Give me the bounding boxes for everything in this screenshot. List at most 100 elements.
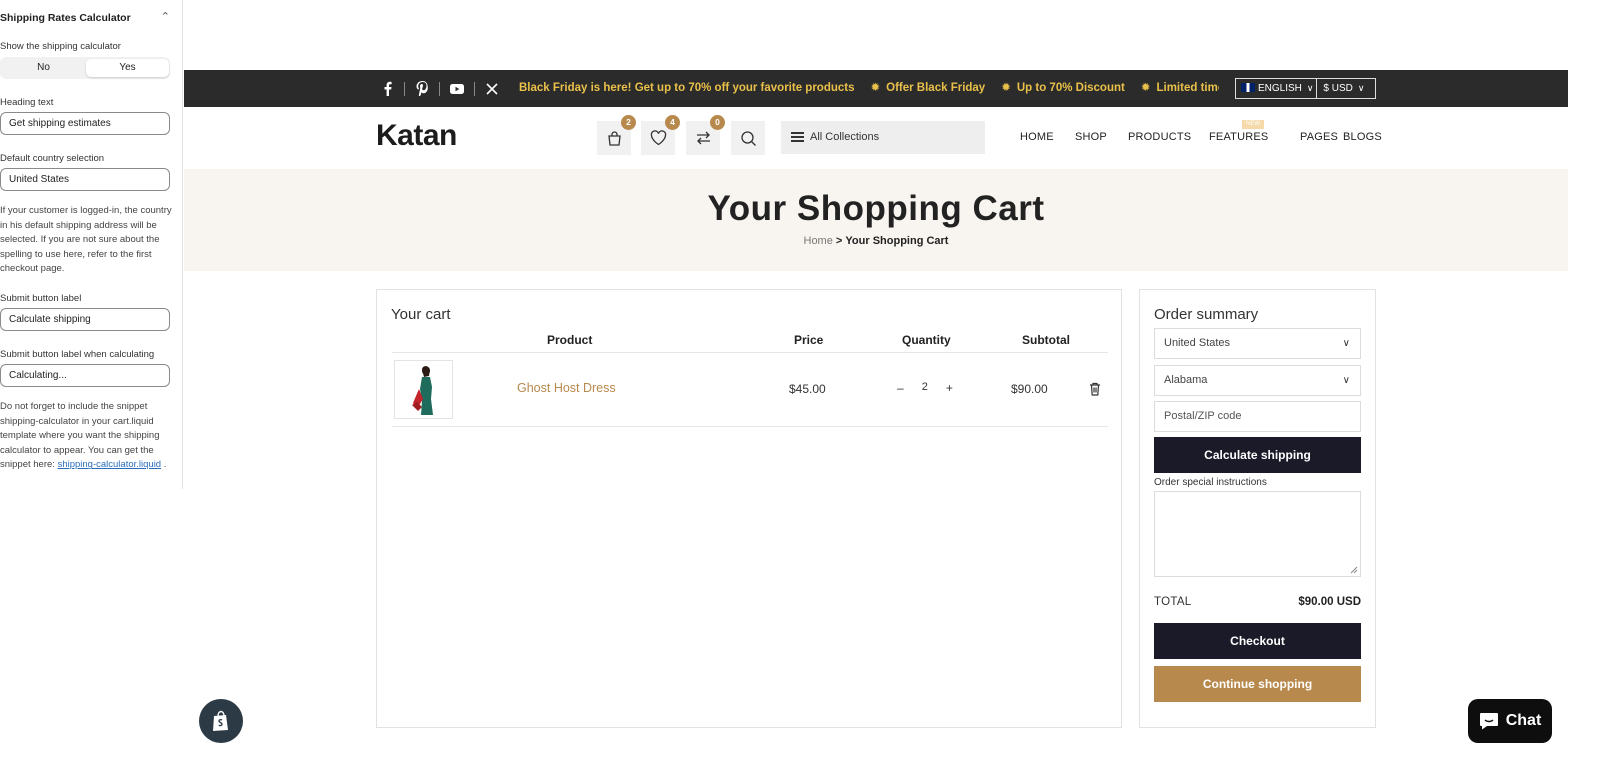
special-instructions-label: Order special instructions: [1154, 477, 1267, 488]
locale-switcher: ENGLISH ∨ $ USD ∨: [1235, 78, 1376, 99]
site-header: Katan 2 4 0 All Collections HOME SHOP PR…: [184, 107, 1568, 169]
site-logo[interactable]: Katan: [376, 119, 457, 153]
country-select[interactable]: United States ∨: [1154, 328, 1361, 359]
uk-flag-icon: [1241, 83, 1255, 92]
breadcrumb: Home > Your Shopping Cart: [184, 235, 1568, 247]
search-button[interactable]: [731, 121, 765, 155]
snippet-link[interactable]: shipping-calculator.liquid: [58, 459, 162, 470]
chevron-down-icon: ∨: [1342, 338, 1350, 349]
trash-icon: [1090, 382, 1100, 396]
currency-label: $ USD: [1323, 83, 1353, 94]
show-calculator-toggle: No Yes: [0, 57, 170, 79]
heading-text-label: Heading text: [0, 97, 54, 108]
quantity-stepper: – 2 +: [897, 381, 953, 395]
youtube-icon[interactable]: [440, 70, 474, 107]
menu-icon: [791, 132, 804, 142]
promo-text: Up to 70% Discount: [1016, 82, 1125, 94]
promo-text: Limited time offer: [1156, 82, 1219, 94]
zip-code-input[interactable]: Postal/ZIP code: [1154, 401, 1361, 432]
chevron-up-icon[interactable]: ⌃: [161, 10, 170, 23]
default-country-label: Default country selection: [0, 153, 105, 164]
divider: [392, 352, 1108, 353]
column-subtotal: Subtotal: [1022, 333, 1070, 347]
calculating-label-label: Submit button label when calculating: [0, 349, 155, 360]
snippet-help-text: Do not forget to include the snippet shi…: [0, 400, 176, 473]
nav-blogs[interactable]: BLOGS: [1343, 131, 1382, 143]
decrease-quantity-button[interactable]: –: [897, 381, 904, 395]
product-thumbnail[interactable]: [394, 360, 453, 419]
shopify-icon: [213, 710, 228, 731]
nav-features[interactable]: FEATURES: [1209, 131, 1268, 143]
cart-panel: Your cart Product Price Quantity Subtota…: [376, 289, 1122, 728]
page-banner: Your Shopping Cart Home > Your Shopping …: [184, 169, 1568, 271]
continue-shopping-button[interactable]: Continue shopping: [1154, 666, 1361, 702]
product-name-link[interactable]: Ghost Host Dress: [517, 381, 616, 395]
default-country-input[interactable]: United States: [0, 168, 170, 191]
promo-marquee: Black Friday is here! Get up to 70% off …: [519, 70, 1219, 107]
panel-title: Shipping Rates Calculator: [0, 12, 131, 24]
breadcrumb-home[interactable]: Home: [804, 235, 833, 247]
panel-header[interactable]: Shipping Rates Calculator ⌃: [0, 10, 178, 26]
special-instructions-textarea[interactable]: [1154, 491, 1361, 577]
order-summary-panel: Order summary United States ∨ Alabama ∨ …: [1139, 289, 1376, 728]
wishlist-button[interactable]: 4: [641, 115, 680, 155]
star-icon: ✹: [870, 82, 881, 94]
column-product: Product: [547, 333, 593, 347]
pinterest-icon[interactable]: [405, 70, 439, 107]
chevron-down-icon: ∨: [1357, 83, 1365, 93]
breadcrumb-current: Your Shopping Cart: [845, 235, 949, 247]
facebook-icon[interactable]: [370, 70, 404, 107]
quantity-value[interactable]: 2: [922, 381, 928, 395]
resize-handle-icon[interactable]: [1350, 566, 1358, 574]
wishlist-count-badge: 4: [665, 115, 680, 130]
option-yes[interactable]: Yes: [86, 59, 169, 77]
language-select[interactable]: ENGLISH ∨: [1236, 79, 1318, 98]
promo-text: Offer Black Friday: [886, 82, 986, 94]
calculating-label-input[interactable]: Calculating...: [0, 364, 170, 387]
heading-text-input[interactable]: Get shipping estimates: [0, 112, 170, 135]
submit-label-label: Submit button label: [0, 293, 82, 304]
item-price: $45.00: [789, 382, 826, 396]
cart-count-badge: 2: [621, 115, 636, 130]
chat-label: Chat: [1505, 712, 1542, 729]
submit-label-input[interactable]: Calculate shipping: [0, 308, 170, 331]
nav-pages[interactable]: PAGES: [1300, 131, 1338, 143]
item-subtotal: $90.00: [1011, 382, 1048, 396]
star-icon: ✹: [1140, 82, 1151, 94]
search-icon: [740, 130, 756, 146]
cart-title: Your cart: [391, 306, 451, 323]
option-no[interactable]: No: [2, 59, 85, 77]
compare-arrows-icon: [696, 131, 710, 145]
shopify-bag-button[interactable]: [199, 699, 243, 743]
state-select-value: Alabama: [1164, 374, 1208, 386]
all-collections-label: All Collections: [810, 131, 880, 143]
total-value: $90.00 USD: [1298, 596, 1361, 608]
column-quantity: Quantity: [902, 333, 951, 347]
compare-count-badge: 0: [710, 115, 725, 130]
country-help-text: If your customer is logged-in, the count…: [0, 205, 172, 275]
calculate-shipping-button[interactable]: Calculate shipping: [1154, 437, 1361, 473]
show-calculator-label: Show the shipping calculator: [0, 41, 121, 52]
announcement-bar: Black Friday is here! Get up to 70% off …: [184, 70, 1568, 107]
remove-item-button[interactable]: [1089, 382, 1101, 401]
checkout-button[interactable]: Checkout: [1154, 623, 1361, 659]
snippet-help-tail: .: [163, 459, 167, 471]
chat-button[interactable]: Chat: [1468, 699, 1552, 743]
all-collections-button[interactable]: All Collections: [781, 121, 985, 154]
breadcrumb-separator-icon: >: [835, 235, 843, 247]
cart-button[interactable]: 2: [597, 115, 636, 155]
nav-products[interactable]: PRODUCTS: [1128, 131, 1191, 143]
compare-button[interactable]: 0: [686, 115, 725, 155]
nav-home[interactable]: HOME: [1020, 131, 1054, 143]
column-price: Price: [794, 333, 824, 347]
currency-select[interactable]: $ USD ∨: [1317, 79, 1375, 98]
increase-quantity-button[interactable]: +: [946, 381, 953, 395]
bag-icon: [607, 130, 621, 146]
promo-text: Black Friday is here! Get up to 70% off …: [519, 82, 855, 94]
social-links: [370, 70, 509, 107]
x-icon[interactable]: [475, 70, 509, 107]
state-select[interactable]: Alabama ∨: [1154, 365, 1361, 396]
nav-shop[interactable]: SHOP: [1075, 131, 1107, 143]
order-summary-title: Order summary: [1154, 306, 1259, 323]
page-title: Your Shopping Cart: [707, 189, 1045, 228]
